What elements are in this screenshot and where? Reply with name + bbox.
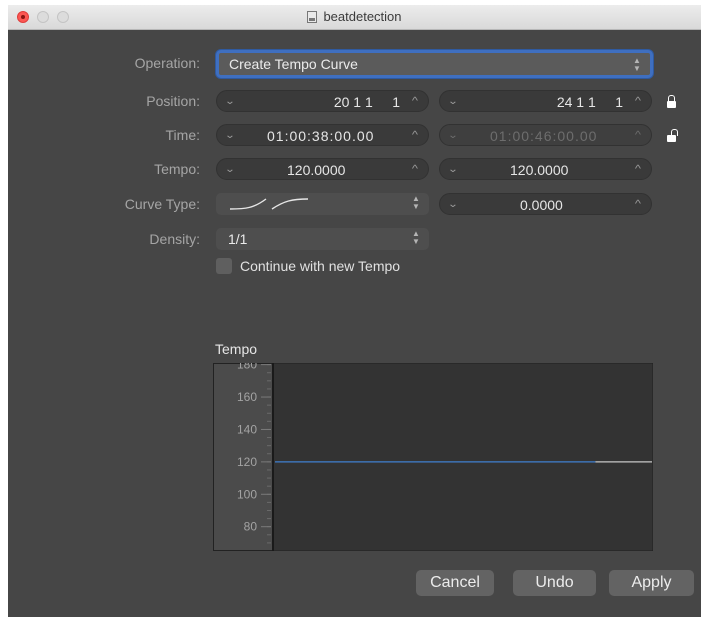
increment-icon[interactable]: ^ bbox=[629, 128, 647, 144]
position-end-field[interactable]: ⌄ 24 1 1 1 ^ bbox=[439, 90, 652, 112]
decrement-icon[interactable]: ⌄ bbox=[444, 197, 462, 213]
time-start-value: 01:00:38:00.00 bbox=[267, 128, 375, 144]
continue-label: Continue with new Tempo bbox=[240, 258, 401, 274]
chart-y-tick-label: 140 bbox=[237, 422, 257, 436]
decrement-icon[interactable]: ⌄ bbox=[221, 162, 239, 178]
position-label: Position: bbox=[146, 93, 200, 109]
updown-icon: ▲ ▼ bbox=[412, 229, 420, 246]
tempo-start-value: 120.0000 bbox=[287, 162, 346, 178]
density-label: Density: bbox=[149, 231, 200, 247]
curve-shape-icon bbox=[229, 198, 309, 210]
increment-icon[interactable]: ^ bbox=[629, 94, 647, 110]
tempo-label: Tempo: bbox=[154, 161, 200, 177]
tempo-chart[interactable]: 180 160 140 120 100 80 bbox=[213, 363, 653, 551]
lock-icon[interactable] bbox=[667, 95, 676, 108]
operation-label: Operation: bbox=[134, 55, 200, 71]
decrement-icon[interactable]: ⌄ bbox=[221, 94, 239, 110]
increment-icon[interactable]: ^ bbox=[629, 197, 647, 213]
time-end-field[interactable]: ⌄ 01:00:46:00.00 ^ bbox=[439, 124, 652, 146]
position-end-value: 24 1 1 1 bbox=[556, 94, 623, 110]
tempo-start-field[interactable]: ⌄ 120.0000 ^ bbox=[216, 158, 429, 180]
updown-icon: ▲ ▼ bbox=[412, 194, 420, 211]
decrement-icon[interactable]: ⌄ bbox=[221, 128, 239, 144]
density-popup[interactable]: 1/1 ▲ ▼ bbox=[216, 228, 429, 250]
document-icon bbox=[307, 11, 318, 23]
operation-value: Create Tempo Curve bbox=[229, 56, 358, 72]
chart-y-tick-label: 80 bbox=[244, 520, 258, 534]
increment-icon[interactable]: ^ bbox=[629, 162, 647, 178]
updown-icon: ▲ ▼ bbox=[633, 56, 641, 73]
curve-value: 0.0000 bbox=[520, 197, 563, 213]
time-end-value: 01:00:46:00.00 bbox=[490, 128, 598, 144]
chart-y-tick-label: 180 bbox=[237, 363, 257, 372]
time-label: Time: bbox=[165, 127, 200, 143]
tempo-end-field[interactable]: ⌄ 120.0000 ^ bbox=[439, 158, 652, 180]
time-start-field[interactable]: ⌄ 01:00:38:00.00 ^ bbox=[216, 124, 429, 146]
window-title-group: beatdetection bbox=[8, 9, 701, 24]
chart-plot-area bbox=[213, 363, 653, 551]
chart-y-tick-label: 100 bbox=[237, 487, 257, 501]
window-title: beatdetection bbox=[323, 9, 402, 24]
density-value: 1/1 bbox=[228, 231, 248, 247]
position-start-value: 20 1 1 1 bbox=[333, 94, 400, 110]
cancel-button[interactable]: Cancel bbox=[416, 570, 494, 596]
position-start-field[interactable]: ⌄ 20 1 1 1 ^ bbox=[216, 90, 429, 112]
curve-value-field[interactable]: ⌄ 0.0000 ^ bbox=[439, 193, 652, 215]
operation-popup[interactable]: Create Tempo Curve ▲ ▼ bbox=[216, 50, 653, 78]
increment-icon[interactable]: ^ bbox=[406, 128, 424, 144]
curve-type-popup[interactable]: ▲ ▼ bbox=[216, 193, 429, 215]
title-bar: beatdetection bbox=[8, 5, 701, 30]
chart-y-tick-label: 120 bbox=[237, 455, 257, 469]
decrement-icon[interactable]: ⌄ bbox=[444, 128, 462, 144]
increment-icon[interactable]: ^ bbox=[406, 94, 424, 110]
unlock-icon[interactable] bbox=[667, 129, 678, 142]
chart-title: Tempo bbox=[215, 341, 258, 357]
increment-icon[interactable]: ^ bbox=[406, 162, 424, 178]
curve-type-label: Curve Type: bbox=[124, 196, 200, 212]
tempo-end-value: 120.0000 bbox=[510, 162, 569, 178]
continue-checkbox[interactable] bbox=[216, 258, 232, 274]
decrement-icon[interactable]: ⌄ bbox=[444, 94, 462, 110]
apply-button[interactable]: Apply bbox=[609, 570, 694, 596]
undo-button[interactable]: Undo bbox=[513, 570, 596, 596]
decrement-icon[interactable]: ⌄ bbox=[444, 162, 462, 178]
chart-y-tick-label: 160 bbox=[237, 390, 257, 404]
